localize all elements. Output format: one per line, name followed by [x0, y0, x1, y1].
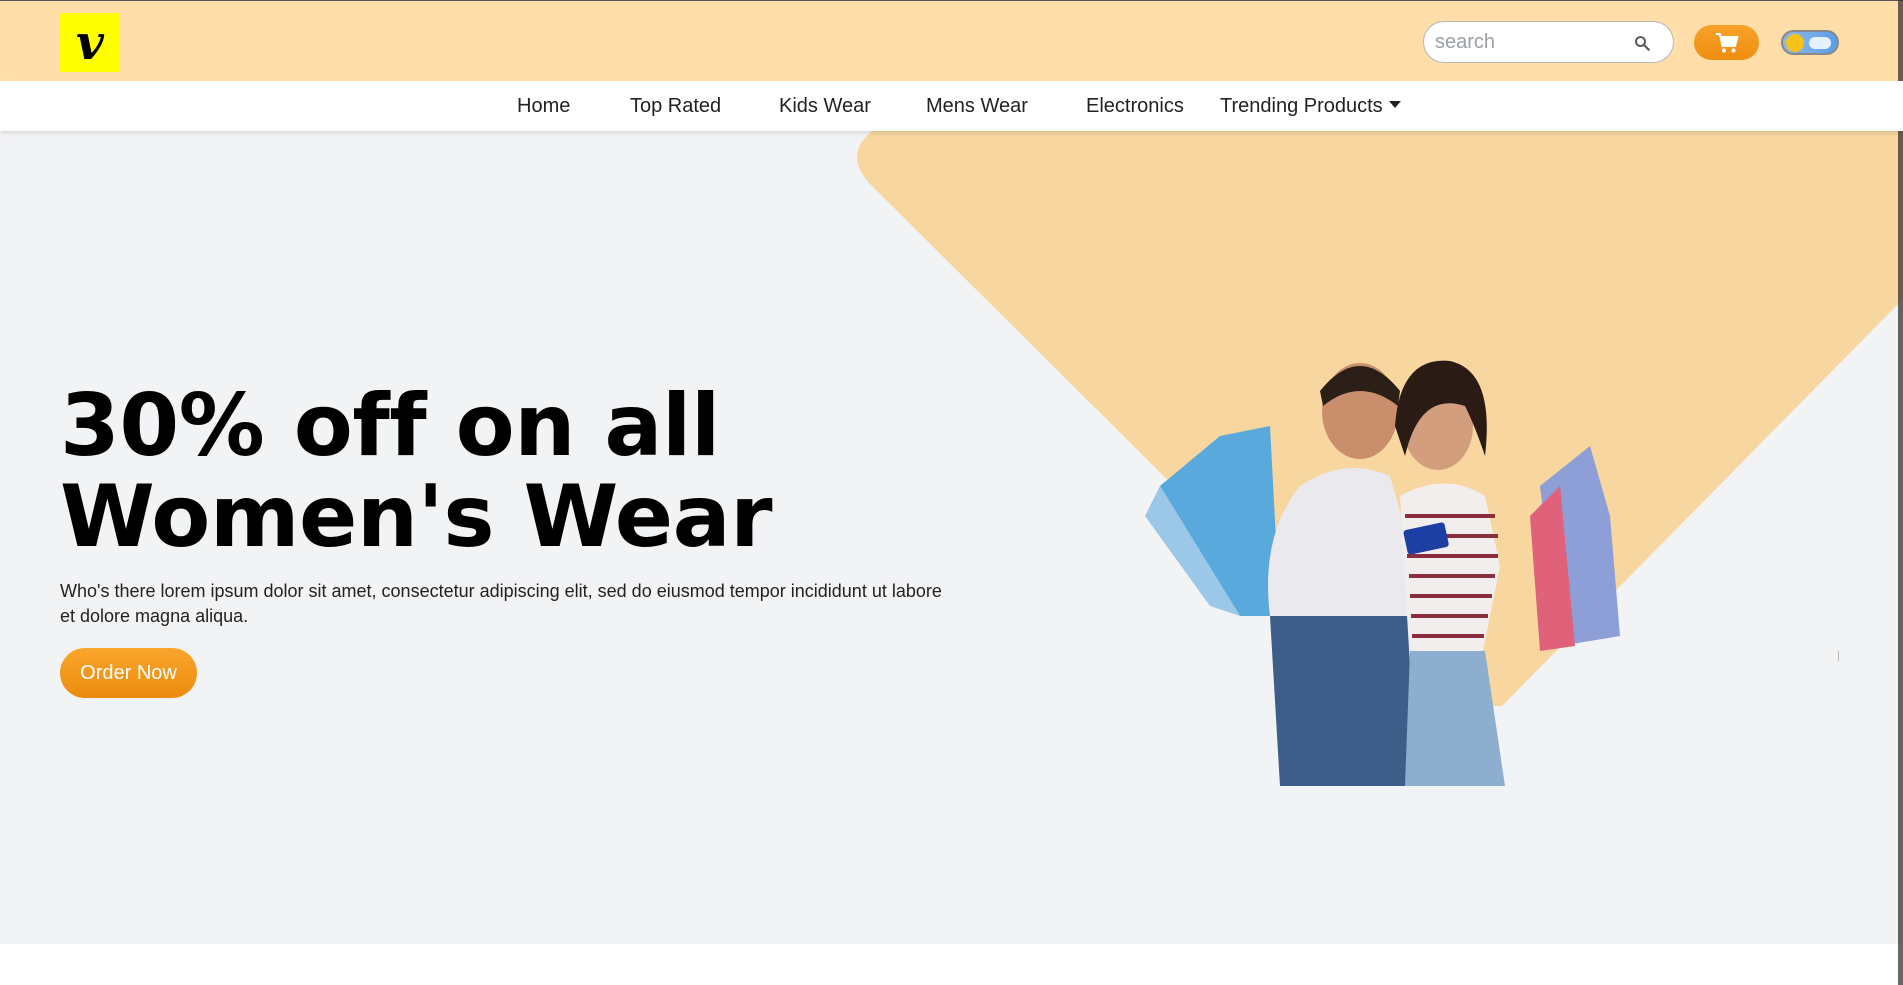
hero-banner: 30% off on all Women's Wear Who's there …: [0, 131, 1903, 944]
search-box[interactable]: [1423, 21, 1674, 63]
nav-item-trending-products[interactable]: Trending Products: [1220, 95, 1401, 118]
page: v Home Top Rated Kids Wear Mens Wear Ele…: [0, 0, 1903, 985]
nav-item-electronics[interactable]: Electronics: [1086, 95, 1184, 118]
nav-item-top-rated[interactable]: Top Rated: [630, 95, 721, 118]
sun-icon: [1786, 34, 1804, 52]
scroll-indicator: [1838, 651, 1839, 661]
nav-item-mens-wear[interactable]: Mens Wear: [926, 95, 1028, 118]
theme-toggle[interactable]: [1781, 30, 1839, 55]
cart-icon: [1715, 32, 1738, 52]
trending-products-label: Trending Products: [1220, 95, 1383, 117]
search-icon[interactable]: [1633, 34, 1651, 52]
hero-description: Who's there lorem ipsum dolor sit amet, …: [60, 581, 942, 626]
search-input[interactable]: [1435, 30, 1635, 54]
caret-down-icon: [1388, 101, 1401, 108]
top-header: v: [0, 0, 1903, 81]
order-now-button[interactable]: Order Now: [60, 648, 197, 698]
hero-headline: 30% off on all Women's Wear: [60, 381, 960, 563]
cart-button[interactable]: [1694, 25, 1759, 60]
cloud-icon: [1809, 37, 1831, 49]
nav-item-home[interactable]: Home: [517, 95, 570, 118]
headline-line-1: 30% off on all: [60, 376, 720, 476]
main-nav: Home Top Rated Kids Wear Mens Wear Elect…: [0, 81, 1903, 131]
logo[interactable]: v: [60, 13, 120, 72]
couple-shopping-image: [1145, 360, 1620, 786]
nav-item-kids-wear[interactable]: Kids Wear: [779, 95, 871, 118]
window-edge: [1898, 0, 1903, 985]
headline-line-2: Women's Wear: [60, 467, 773, 567]
